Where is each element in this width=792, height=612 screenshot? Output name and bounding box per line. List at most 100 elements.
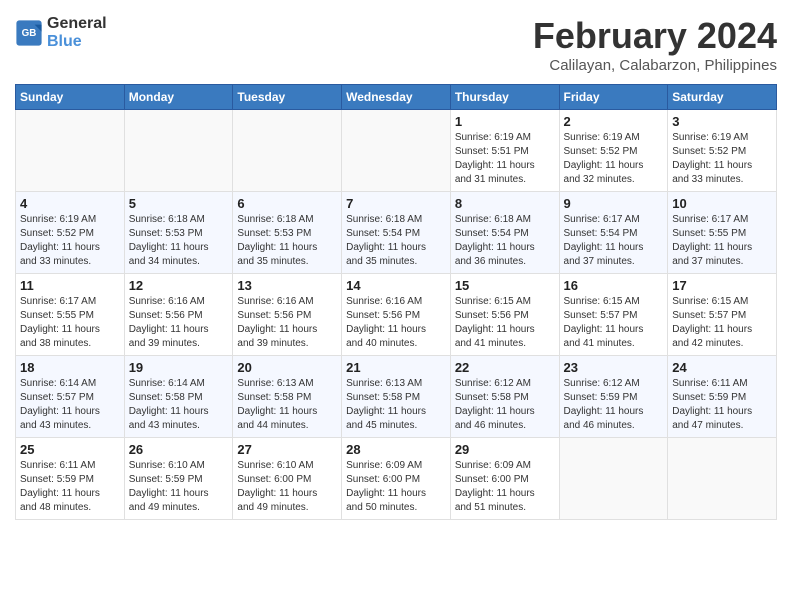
- day-info: Sunrise: 6:18 AM Sunset: 5:53 PM Dayligh…: [237, 213, 337, 269]
- day-info: Sunrise: 6:16 AM Sunset: 5:56 PM Dayligh…: [129, 295, 229, 351]
- calendar-cell: 29Sunrise: 6:09 AM Sunset: 6:00 PM Dayli…: [450, 438, 559, 520]
- calendar-cell: [233, 110, 342, 192]
- day-info: Sunrise: 6:16 AM Sunset: 5:56 PM Dayligh…: [237, 295, 337, 351]
- day-number: 27: [237, 442, 337, 457]
- calendar-cell: 3 Sunrise: 6:19 AM Sunset: 5:52 PM Daylig…: [668, 110, 777, 192]
- day-number: 20: [237, 360, 337, 375]
- day-info: Sunrise: 6:09 AM Sunset: 6:00 PM Dayligh…: [346, 459, 446, 515]
- day-number: 1: [455, 114, 555, 129]
- day-info: Sunrise: 6:17 AM Sunset: 5:55 PM Dayligh…: [672, 213, 772, 269]
- calendar-cell: [16, 110, 125, 192]
- day-info: Sunrise: 6:19 AM Sunset: 5:51 PM Dayligh…: [455, 131, 555, 187]
- day-info: Sunrise: 6:18 AM Sunset: 5:54 PM Dayligh…: [455, 213, 555, 269]
- calendar-cell: [668, 438, 777, 520]
- calendar-cell: 10 Sunrise: 6:17 AM Sunset: 5:55 PM Dayli…: [668, 192, 777, 274]
- day-number: 28: [346, 442, 446, 457]
- day-info: Sunrise: 6:16 AM Sunset: 5:56 PM Dayligh…: [346, 295, 446, 351]
- day-number: 9: [564, 196, 664, 211]
- day-info: Sunrise: 6:15 AM Sunset: 5:57 PM Dayligh…: [672, 295, 772, 351]
- day-header-friday: Friday: [559, 85, 668, 110]
- day-info: Sunrise: 6:13 AM Sunset: 5:58 PM Dayligh…: [346, 377, 446, 433]
- day-number: 7: [346, 196, 446, 211]
- day-number: 13: [237, 278, 337, 293]
- logo-text: General Blue: [47, 15, 107, 50]
- day-info: Sunrise: 6:19 AM Sunset: 5:52 PM Dayligh…: [20, 213, 120, 269]
- day-info: Sunrise: 6:10 AM Sunset: 5:59 PM Dayligh…: [129, 459, 229, 515]
- calendar-cell: 2 Sunrise: 6:19 AM Sunset: 5:52 PM Daylig…: [559, 110, 668, 192]
- subtitle: Calilayan, Calabarzon, Philippines: [533, 57, 777, 74]
- day-info: Sunrise: 6:15 AM Sunset: 5:57 PM Dayligh…: [564, 295, 664, 351]
- day-header-sunday: Sunday: [16, 85, 125, 110]
- day-header-thursday: Thursday: [450, 85, 559, 110]
- calendar-cell: 5Sunrise: 6:18 AM Sunset: 5:53 PM Daylig…: [124, 192, 233, 274]
- day-info: Sunrise: 6:13 AM Sunset: 5:58 PM Dayligh…: [237, 377, 337, 433]
- day-header-tuesday: Tuesday: [233, 85, 342, 110]
- main-title: February 2024: [533, 15, 777, 57]
- calendar-cell: 12 Sunrise: 6:16 AM Sunset: 5:56 PM Dayli…: [124, 274, 233, 356]
- calendar-cell: 6 Sunrise: 6:18 AM Sunset: 5:53 PM Daylig…: [233, 192, 342, 274]
- calendar-cell: 9 Sunrise: 6:17 AM Sunset: 5:54 PM Daylig…: [559, 192, 668, 274]
- day-number: 21: [346, 360, 446, 375]
- calendar-cell: 7 Sunrise: 6:18 AM Sunset: 5:54 PM Daylig…: [342, 192, 451, 274]
- day-info: Sunrise: 6:15 AM Sunset: 5:56 PM Dayligh…: [455, 295, 555, 351]
- day-info: Sunrise: 6:18 AM Sunset: 5:54 PM Dayligh…: [346, 213, 446, 269]
- day-number: 24: [672, 360, 772, 375]
- calendar-cell: 15Sunrise: 6:15 AM Sunset: 5:56 PM Dayli…: [450, 274, 559, 356]
- calendar-cell: 13 Sunrise: 6:16 AM Sunset: 5:56 PM Dayli…: [233, 274, 342, 356]
- day-number: 23: [564, 360, 664, 375]
- day-info: Sunrise: 6:19 AM Sunset: 5:52 PM Dayligh…: [564, 131, 664, 187]
- header-row: SundayMondayTuesdayWednesdayThursdayFrid…: [16, 85, 777, 110]
- day-info: Sunrise: 6:12 AM Sunset: 5:59 PM Dayligh…: [564, 377, 664, 433]
- title-area: February 2024 Calilayan, Calabarzon, Phi…: [533, 15, 777, 74]
- day-number: 4: [20, 196, 120, 211]
- day-number: 18: [20, 360, 120, 375]
- calendar-cell: 16 Sunrise: 6:15 AM Sunset: 5:57 PM Dayli…: [559, 274, 668, 356]
- day-number: 8: [455, 196, 555, 211]
- calendar-cell: 21 Sunrise: 6:13 AM Sunset: 5:58 PM Dayli…: [342, 356, 451, 438]
- calendar-cell: 11Sunrise: 6:17 AM Sunset: 5:55 PM Dayli…: [16, 274, 125, 356]
- calendar-cell: 26 Sunrise: 6:10 AM Sunset: 5:59 PM Dayli…: [124, 438, 233, 520]
- week-row-1: 1 Sunrise: 6:19 AM Sunset: 5:51 PM Daylig…: [16, 110, 777, 192]
- calendar-cell: 24 Sunrise: 6:11 AM Sunset: 5:59 PM Dayli…: [668, 356, 777, 438]
- calendar-cell: 18 Sunrise: 6:14 AM Sunset: 5:57 PM Dayli…: [16, 356, 125, 438]
- day-number: 12: [129, 278, 229, 293]
- day-info: Sunrise: 6:12 AM Sunset: 5:58 PM Dayligh…: [455, 377, 555, 433]
- calendar-cell: 17 Sunrise: 6:15 AM Sunset: 5:57 PM Dayli…: [668, 274, 777, 356]
- day-header-monday: Monday: [124, 85, 233, 110]
- day-info: Sunrise: 6:19 AM Sunset: 5:52 PM Dayligh…: [672, 131, 772, 187]
- week-row-5: 25Sunrise: 6:11 AM Sunset: 5:59 PM Dayli…: [16, 438, 777, 520]
- calendar-cell: 8 Sunrise: 6:18 AM Sunset: 5:54 PM Daylig…: [450, 192, 559, 274]
- logo: GB General Blue: [15, 15, 107, 50]
- day-info: Sunrise: 6:14 AM Sunset: 5:57 PM Dayligh…: [20, 377, 120, 433]
- day-info: Sunrise: 6:11 AM Sunset: 5:59 PM Dayligh…: [20, 459, 120, 515]
- calendar-cell: [124, 110, 233, 192]
- calendar-cell: 23 Sunrise: 6:12 AM Sunset: 5:59 PM Dayli…: [559, 356, 668, 438]
- day-info: Sunrise: 6:10 AM Sunset: 6:00 PM Dayligh…: [237, 459, 337, 515]
- week-row-3: 11Sunrise: 6:17 AM Sunset: 5:55 PM Dayli…: [16, 274, 777, 356]
- day-number: 10: [672, 196, 772, 211]
- svg-text:GB: GB: [22, 27, 37, 38]
- logo-icon: GB: [15, 19, 43, 47]
- week-row-2: 4 Sunrise: 6:19 AM Sunset: 5:52 PM Daylig…: [16, 192, 777, 274]
- calendar-cell: 19 Sunrise: 6:14 AM Sunset: 5:58 PM Dayli…: [124, 356, 233, 438]
- day-number: 19: [129, 360, 229, 375]
- day-number: 16: [564, 278, 664, 293]
- day-info: Sunrise: 6:14 AM Sunset: 5:58 PM Dayligh…: [129, 377, 229, 433]
- day-info: Sunrise: 6:17 AM Sunset: 5:54 PM Dayligh…: [564, 213, 664, 269]
- day-number: 17: [672, 278, 772, 293]
- day-number: 3: [672, 114, 772, 129]
- calendar-cell: [342, 110, 451, 192]
- header: GB General Blue February 2024 Calilayan,…: [15, 15, 777, 74]
- day-header-saturday: Saturday: [668, 85, 777, 110]
- calendar-cell: 27 Sunrise: 6:10 AM Sunset: 6:00 PM Dayli…: [233, 438, 342, 520]
- day-number: 26: [129, 442, 229, 457]
- week-row-4: 18 Sunrise: 6:14 AM Sunset: 5:57 PM Dayli…: [16, 356, 777, 438]
- day-info: Sunrise: 6:09 AM Sunset: 6:00 PM Dayligh…: [455, 459, 555, 515]
- day-number: 6: [237, 196, 337, 211]
- day-number: 14: [346, 278, 446, 293]
- day-number: 2: [564, 114, 664, 129]
- day-info: Sunrise: 6:11 AM Sunset: 5:59 PM Dayligh…: [672, 377, 772, 433]
- day-info: Sunrise: 6:18 AM Sunset: 5:53 PM Dayligh…: [129, 213, 229, 269]
- calendar-cell: [559, 438, 668, 520]
- day-header-wednesday: Wednesday: [342, 85, 451, 110]
